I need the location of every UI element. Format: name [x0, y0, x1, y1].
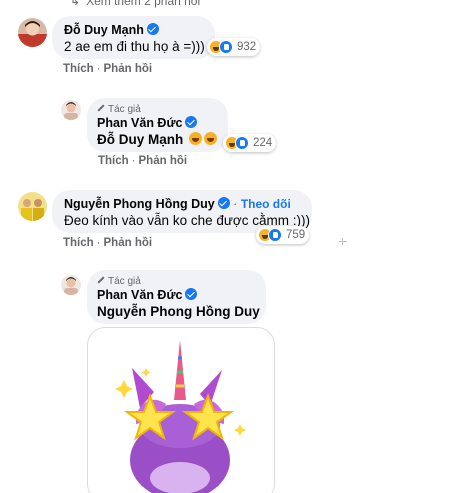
- reaction-summary[interactable]: 759: [256, 226, 310, 244]
- reply-action[interactable]: Phản hồi: [104, 63, 153, 75]
- more-replies-label: Xem thêm 2 phản hồi: [86, 0, 201, 8]
- author-badge: Tác giả: [97, 104, 141, 115]
- sticker-attachment[interactable]: [87, 327, 275, 493]
- like-reaction-icon: [268, 228, 282, 242]
- reply-bubble: Tác giả Phan Văn Đức Đỗ Duy Mạnh: [87, 98, 228, 152]
- like-reaction-icon: [235, 136, 249, 150]
- comment-author[interactable]: Phan Văn Đức: [97, 288, 198, 302]
- reaction-count: 224: [253, 137, 273, 149]
- decorative-mark: [339, 238, 347, 245]
- pencil-icon: [97, 276, 105, 284]
- reaction-count: 759: [286, 229, 306, 241]
- avatar[interactable]: [61, 100, 81, 120]
- comment-bubble: Đỗ Duy Mạnh 2 ae em đi thu họ à =))): [52, 16, 215, 59]
- reply-action[interactable]: Phản hồi: [104, 237, 153, 249]
- reaction-count: 932: [237, 41, 257, 53]
- verified-icon: [146, 23, 159, 35]
- comment-text: Đỗ Duy Mạnh: [97, 132, 218, 147]
- laughing-emoji-icon: [204, 132, 218, 145]
- comment-actions: Thích · Phản hồi: [63, 63, 153, 75]
- verified-icon: [185, 288, 198, 300]
- comment-text: 2 ae em đi thu họ à =))): [64, 39, 205, 54]
- reaction-summary[interactable]: 224: [223, 134, 277, 152]
- verified-icon: [185, 116, 198, 128]
- comment-author[interactable]: Nguyễn Phong Hồng Duy · Theo dõi: [64, 197, 291, 211]
- like-action[interactable]: Thích: [63, 63, 94, 75]
- avatar[interactable]: [18, 18, 47, 47]
- chevron-right-icon: ↳: [70, 0, 81, 8]
- unicorn-sticker: [115, 340, 246, 493]
- comment-actions: Thích · Phản hồi: [63, 237, 153, 249]
- like-action[interactable]: Thích: [98, 155, 129, 164]
- comment-author[interactable]: Đỗ Duy Mạnh: [64, 23, 159, 37]
- avatar[interactable]: [18, 192, 47, 221]
- follow-link[interactable]: Theo dõi: [241, 197, 291, 211]
- like-reaction-icon: [219, 40, 233, 54]
- mention-tag[interactable]: Đỗ Duy Mạnh: [97, 132, 183, 147]
- more-replies-link[interactable]: ↳ Xem thêm 2 phản hồi: [70, 0, 200, 8]
- reaction-summary[interactable]: 932: [207, 38, 261, 56]
- mention-tag[interactable]: Nguyễn Phong Hồng Duy: [97, 304, 260, 319]
- reply-bubble: Tác giả Phan Văn Đức Nguyễn Phong Hồng D…: [87, 270, 266, 324]
- avatar[interactable]: [61, 275, 81, 295]
- author-badge: Tác giả: [97, 276, 141, 287]
- comment-actions: Thích · Phản hồi: [98, 155, 187, 164]
- pencil-icon: [97, 104, 105, 112]
- comment-author[interactable]: Phan Văn Đức: [97, 116, 198, 130]
- like-action[interactable]: Thích: [63, 237, 94, 249]
- reply-action[interactable]: Phản hồi: [139, 155, 188, 164]
- laughing-emoji-icon: [189, 132, 203, 145]
- verified-icon: [217, 197, 230, 209]
